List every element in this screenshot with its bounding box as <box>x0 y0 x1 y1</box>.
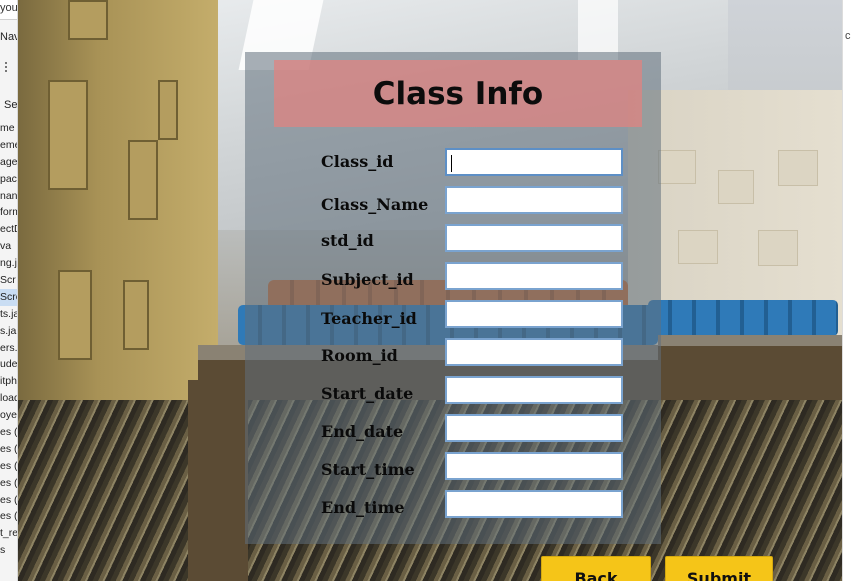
text-caret <box>451 155 452 172</box>
ide-file-list: meemeagespacnanformectDvang.jaScrScrets.… <box>0 120 17 559</box>
start-date-input[interactable] <box>445 376 623 404</box>
ide-file-item[interactable]: ages <box>0 154 17 171</box>
ide-file-item[interactable]: s.ja <box>0 323 17 340</box>
ide-file-item[interactable]: ers.j <box>0 340 17 357</box>
start-time-input[interactable] <box>445 452 623 480</box>
teacher-id-input[interactable] <box>445 300 623 328</box>
end-time-label: End_time <box>321 498 405 517</box>
ide-file-item[interactable]: oyee <box>0 407 17 424</box>
end-time-input[interactable] <box>445 490 623 518</box>
form-title-banner: Class Info <box>274 60 642 127</box>
std-id-input[interactable] <box>445 224 623 252</box>
ide-file-item[interactable]: me <box>0 120 17 137</box>
ide-file-item[interactable]: Scr <box>0 272 17 289</box>
ide-file-item[interactable]: s <box>0 542 17 559</box>
ide-file-item[interactable]: eme <box>0 137 17 154</box>
end-date-label: End_date <box>321 422 404 441</box>
ide-file-item[interactable]: es (8 <box>0 508 17 525</box>
ide-file-item[interactable]: ude <box>0 356 17 373</box>
subject-id-input[interactable] <box>445 262 623 290</box>
start-date-label: Start_date <box>321 384 414 403</box>
ide-file-item[interactable]: es (6 <box>0 475 17 492</box>
class-name-label: Class_Name <box>321 195 429 214</box>
room-id-label: Room_id <box>321 346 398 365</box>
ide-file-item[interactable]: t_re <box>0 525 17 542</box>
start-time-label: Start_time <box>321 460 415 479</box>
teacher-id-label: Teacher_id <box>321 309 417 328</box>
submit-button[interactable]: Submit <box>665 556 773 581</box>
ide-file-item[interactable]: nan <box>0 188 17 205</box>
ide-navigator-tab[interactable]: Nav <box>0 26 17 48</box>
ide-file-item[interactable]: itph <box>0 373 17 390</box>
ide-file-item[interactable]: es (1 <box>0 424 17 441</box>
ide-file-item[interactable]: es (5 <box>0 458 17 475</box>
class-id-input[interactable] <box>445 148 623 176</box>
page-title: Class Info <box>372 75 544 112</box>
ide-file-item[interactable]: ng.ja <box>0 255 17 272</box>
ide-file-item[interactable]: ectD <box>0 221 17 238</box>
ide-file-item[interactable]: pac <box>0 171 17 188</box>
ide-section-label: Se <box>4 99 18 111</box>
class-id-label: Class_id <box>321 152 394 171</box>
ide-file-item[interactable]: Scre <box>0 288 17 306</box>
right-window-edge: c <box>842 0 853 581</box>
subject-id-label: Subject_id <box>321 270 414 289</box>
class-name-input[interactable] <box>445 186 623 214</box>
ide-file-item[interactable]: load <box>0 390 17 407</box>
room-id-input[interactable] <box>445 338 623 366</box>
back-button[interactable]: Back <box>541 556 651 581</box>
ide-sidebar: you Nav Se meemeagespacnanformectDvang.j… <box>0 0 18 581</box>
ide-file-item[interactable]: form <box>0 204 17 221</box>
std-id-label: std_id <box>321 231 374 250</box>
ide-file-item[interactable]: ts.ja <box>0 306 17 323</box>
ide-drag-handle-icon[interactable] <box>5 60 9 76</box>
end-date-input[interactable] <box>445 414 623 442</box>
right-edge-marker: c <box>845 30 851 42</box>
ide-title-text: you <box>0 0 17 20</box>
ide-file-item[interactable]: es (7 <box>0 492 17 509</box>
ide-file-item[interactable]: es (3 <box>0 441 17 458</box>
ide-file-item[interactable]: va <box>0 238 17 255</box>
